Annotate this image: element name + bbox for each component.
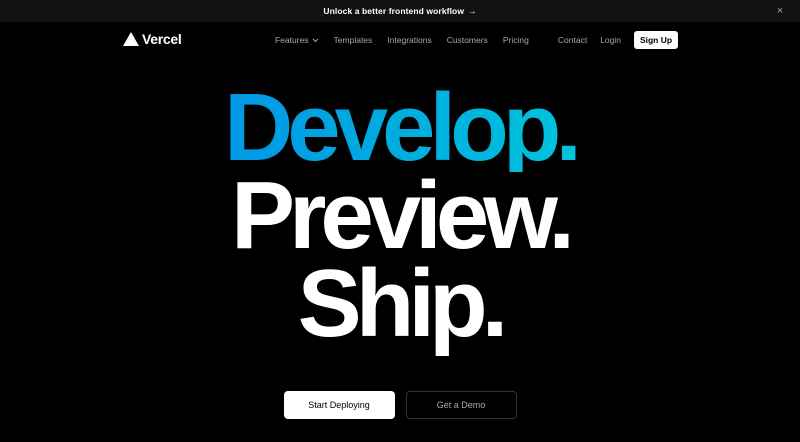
nav-item-label: Templates [333, 35, 373, 45]
triangle-logo-icon [123, 32, 139, 46]
nav-item-contact[interactable]: Contact [558, 35, 587, 45]
hero-headline: Develop. Preview. Ship. [0, 80, 800, 357]
announcement-banner: Unlock a better frontend workflow → × [0, 0, 800, 22]
hero-line-develop: Develop. [0, 80, 800, 176]
top-navigation: Vercel Features Templates Integrations C… [0, 22, 800, 58]
nav-item-integrations[interactable]: Integrations [387, 35, 431, 45]
nav-item-login[interactable]: Login [600, 35, 621, 45]
nav-actions: Contact Login Sign Up [558, 31, 678, 49]
nav-item-templates[interactable]: Templates [334, 35, 373, 45]
cta-group: Start Deploying Get a Demo [0, 391, 800, 419]
nav-item-label: Features [275, 35, 309, 45]
get-a-demo-button[interactable]: Get a Demo [405, 391, 517, 419]
nav-item-customers[interactable]: Customers [447, 35, 488, 45]
announcement-link[interactable]: Unlock a better frontend workflow → [323, 6, 476, 16]
chevron-down-icon [312, 38, 318, 42]
start-deploying-button[interactable]: Start Deploying [283, 391, 395, 419]
sign-up-button[interactable]: Sign Up [634, 31, 678, 49]
logo-text: Vercel [142, 31, 182, 47]
nav-item-label: Customers [446, 35, 488, 45]
arrow-right-icon: → [468, 6, 477, 16]
nav-item-features[interactable]: Features [275, 35, 319, 45]
hero-line-preview: Preview. [230, 162, 575, 269]
nav-links: Features Templates Integrations Customer… [275, 35, 544, 45]
nav-item-pricing[interactable]: Pricing [503, 35, 529, 45]
nav-item-label: Integrations [387, 35, 432, 45]
announcement-text: Unlock a better frontend workflow [323, 6, 465, 16]
nav-item-label: Pricing [502, 35, 529, 45]
vercel-logo[interactable]: Vercel [123, 31, 182, 47]
hero-line-ship: Ship. [297, 250, 509, 357]
close-icon[interactable]: × [774, 5, 786, 17]
